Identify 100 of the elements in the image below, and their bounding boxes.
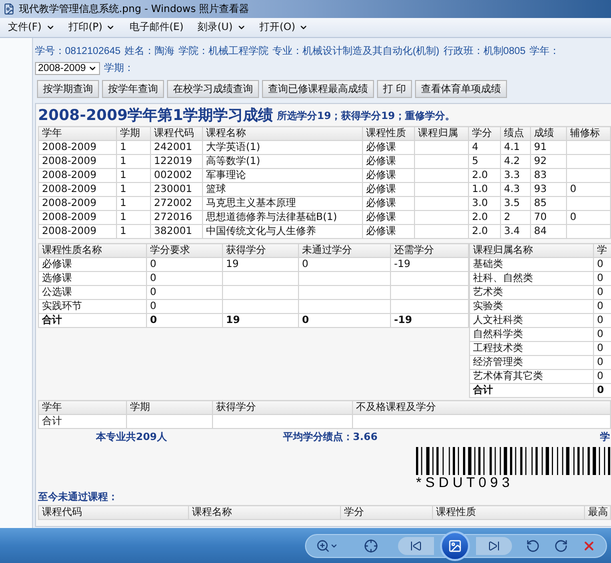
table-cell: 马克思主义基本原理 bbox=[202, 196, 362, 210]
table-cell: 4.2 bbox=[500, 154, 530, 168]
table-cell: 230001 bbox=[150, 182, 202, 196]
menu-item[interactable]: 打印(P) bbox=[68, 20, 116, 35]
table-cell: 19 bbox=[222, 314, 298, 328]
window-title: 现代教学管理信息系统.png - Windows 照片查看器 bbox=[19, 2, 249, 16]
table-cell: 0 bbox=[594, 356, 611, 370]
table-cell: 2.0 bbox=[468, 224, 500, 238]
table-cell: 2 bbox=[500, 210, 530, 224]
table-cell: 社科、自然类 bbox=[470, 272, 594, 286]
query-button[interactable]: 打 印 bbox=[377, 80, 412, 98]
table-cell: 0 bbox=[298, 314, 390, 328]
column-header: 绩点 bbox=[500, 126, 530, 140]
menu-item[interactable]: 刻录(U) bbox=[198, 20, 246, 35]
table-cell: 必修课 bbox=[362, 196, 414, 210]
table-cell: 必修课 bbox=[362, 140, 414, 154]
table-cell: 必修课 bbox=[362, 168, 414, 182]
table-cell: 92 bbox=[530, 154, 566, 168]
table-cell: 1 bbox=[116, 196, 150, 210]
menu-item[interactable]: 文件(F) bbox=[8, 20, 55, 35]
column-header: 学分要求 bbox=[146, 244, 222, 258]
column-header: 辅修标 bbox=[566, 126, 610, 140]
picture-icon bbox=[448, 538, 462, 552]
column-header: 课程名称 bbox=[202, 126, 362, 140]
column-header: 学年 bbox=[38, 126, 116, 140]
table-cell: 2008-2009 bbox=[38, 168, 116, 182]
zoom-button[interactable] bbox=[316, 538, 338, 552]
term-label: 学期： bbox=[104, 62, 134, 76]
table-cell: 0 bbox=[594, 384, 611, 398]
rotate-right-button[interactable] bbox=[554, 538, 568, 552]
table-cell: 必修课 bbox=[362, 182, 414, 196]
menu-item[interactable]: 打开(O) bbox=[260, 20, 308, 35]
table-cell: 272016 bbox=[150, 210, 202, 224]
table-cell: 0 bbox=[566, 210, 610, 224]
table-cell: 2008-2009 bbox=[38, 182, 116, 196]
column-header: 学期 bbox=[116, 126, 150, 140]
column-header: 学年 bbox=[38, 400, 126, 414]
table-cell: 必修课 bbox=[362, 210, 414, 224]
column-header: 未通过学分 bbox=[298, 244, 390, 258]
table-cell: 0 bbox=[594, 300, 611, 314]
table-cell: 必修课 bbox=[362, 224, 414, 238]
table-cell: 0 bbox=[146, 258, 222, 272]
rotate-right-icon bbox=[554, 538, 568, 552]
column-header: 课程性质 bbox=[362, 126, 414, 140]
table-cell: 85 bbox=[530, 196, 566, 210]
column-header: 获得学分 bbox=[212, 400, 352, 414]
table-cell: 实践环节 bbox=[38, 300, 146, 314]
column-header: 课程代码 bbox=[150, 126, 202, 140]
table-cell: 84 bbox=[530, 224, 566, 238]
table-cell: 工程技术类 bbox=[470, 342, 594, 356]
info-text: 专业：机械设计制造及其自动化(机制) bbox=[272, 44, 440, 59]
table-cell: 93 bbox=[530, 182, 566, 196]
table-cell: 382001 bbox=[150, 224, 202, 238]
table-cell: 合计 bbox=[38, 414, 126, 428]
menu-item[interactable]: 电子邮件(E) bbox=[129, 20, 184, 35]
caret-icon bbox=[330, 542, 338, 550]
table-cell: 3.3 bbox=[500, 168, 530, 182]
average-gpa: 平均学分绩点：3.66 bbox=[282, 430, 378, 445]
table-cell: 人文社科类 bbox=[470, 314, 594, 328]
table-cell: 必修课 bbox=[38, 258, 146, 272]
table-cell: 合计 bbox=[38, 314, 146, 328]
table-cell: 2008-2009 bbox=[38, 224, 116, 238]
query-button[interactable]: 查询已修课程最高成绩 bbox=[262, 80, 374, 98]
query-button[interactable]: 按学年查询 bbox=[102, 80, 164, 98]
table-cell: 军事理论 bbox=[202, 168, 362, 182]
table-cell: 自然科学类 bbox=[470, 328, 594, 342]
table-cell: 002002 bbox=[150, 168, 202, 182]
crosshair-icon bbox=[364, 538, 378, 552]
table-cell: 3.4 bbox=[500, 224, 530, 238]
column-header: 学分 bbox=[468, 126, 500, 140]
query-button[interactable]: 在校学习成绩查询 bbox=[167, 80, 259, 98]
table-cell: 0 bbox=[146, 314, 222, 328]
table-cell: 91 bbox=[530, 140, 566, 154]
table-cell: 70 bbox=[530, 210, 566, 224]
table-cell: 0 bbox=[594, 258, 611, 272]
table-cell: 2.0 bbox=[468, 210, 500, 224]
table-cell: -19 bbox=[390, 314, 468, 328]
fit-button[interactable] bbox=[364, 538, 378, 552]
table-cell: 选修课 bbox=[38, 272, 146, 286]
table-cell: 272002 bbox=[150, 196, 202, 210]
table-cell: 0 bbox=[146, 272, 222, 286]
year-label: 学年： bbox=[530, 45, 560, 59]
previous-button[interactable] bbox=[398, 536, 434, 554]
query-button[interactable]: 查看体育单项成绩 bbox=[415, 80, 508, 98]
query-button[interactable]: 按学期查询 bbox=[37, 80, 99, 98]
slideshow-button[interactable] bbox=[440, 530, 470, 560]
table-cell: 4.1 bbox=[500, 140, 530, 154]
report-title: 2008-2009学年第1学期学习成绩 bbox=[38, 104, 274, 126]
rotate-left-button[interactable] bbox=[526, 538, 540, 552]
table-cell: 0 bbox=[594, 272, 611, 286]
table-cell: 83 bbox=[530, 168, 566, 182]
next-button[interactable] bbox=[476, 536, 512, 554]
zoom-icon bbox=[316, 538, 330, 552]
table-cell: 基础类 bbox=[470, 258, 594, 272]
table-cell: 公选课 bbox=[38, 286, 146, 300]
table-cell: 0 bbox=[146, 300, 222, 314]
table-cell: 中国传统文化与人生修养 bbox=[202, 224, 362, 238]
table-cell: 必修课 bbox=[362, 154, 414, 168]
table-cell: 242001 bbox=[150, 140, 202, 154]
year-select[interactable]: 2008-2009 bbox=[35, 62, 100, 75]
